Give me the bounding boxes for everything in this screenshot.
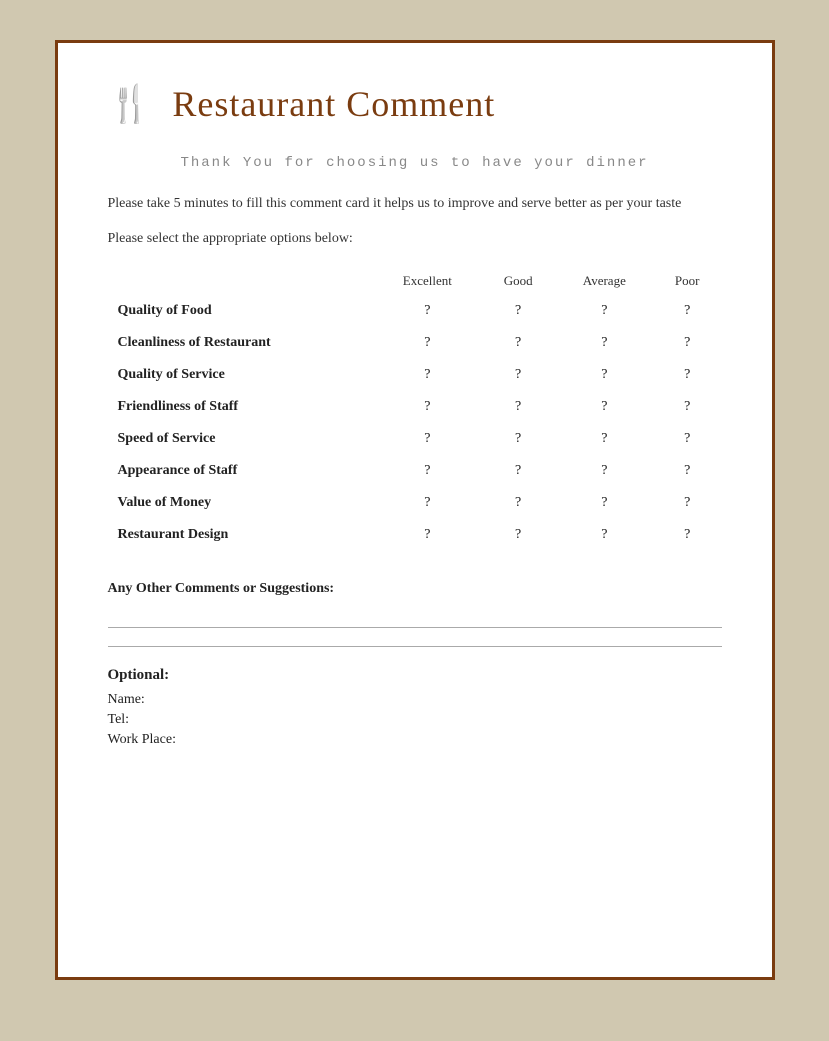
rating-cell[interactable]: ? xyxy=(481,391,556,423)
rating-cell[interactable]: ? xyxy=(556,391,653,423)
rating-cell[interactable]: ? xyxy=(481,455,556,487)
rating-cell[interactable]: ? xyxy=(374,423,480,455)
comment-line-2 xyxy=(108,646,722,647)
rating-cell[interactable]: ? xyxy=(481,327,556,359)
rating-cell[interactable]: ? xyxy=(481,423,556,455)
utensils-icon: 🍴 xyxy=(108,86,153,122)
comment-line-1 xyxy=(108,627,722,628)
rating-cell[interactable]: ? xyxy=(653,519,722,551)
optional-section: Optional: Name: Tel: Work Place: xyxy=(108,667,722,748)
rating-cell[interactable]: ? xyxy=(374,391,480,423)
rating-cell[interactable]: ? xyxy=(374,295,480,327)
rating-cell[interactable]: ? xyxy=(556,295,653,327)
row-label: Cleanliness of Restaurant xyxy=(108,327,375,359)
rating-cell[interactable]: ? xyxy=(374,455,480,487)
rating-cell[interactable]: ? xyxy=(556,519,653,551)
rating-cell[interactable]: ? xyxy=(481,359,556,391)
col-header-good: Good xyxy=(481,267,556,295)
description: Please take 5 minutes to fill this comme… xyxy=(108,193,722,215)
rating-cell[interactable]: ? xyxy=(653,295,722,327)
rating-cell[interactable]: ? xyxy=(653,423,722,455)
rating-cell[interactable]: ? xyxy=(481,487,556,519)
table-row: Appearance of Staff???? xyxy=(108,455,722,487)
optional-name: Name: xyxy=(108,692,722,708)
col-header-average: Average xyxy=(556,267,653,295)
rating-cell[interactable]: ? xyxy=(556,487,653,519)
rating-cell[interactable]: ? xyxy=(374,327,480,359)
table-row: Speed of Service???? xyxy=(108,423,722,455)
row-label: Value of Money xyxy=(108,487,375,519)
rating-cell[interactable]: ? xyxy=(653,391,722,423)
rating-cell[interactable]: ? xyxy=(556,423,653,455)
table-row: Quality of Service???? xyxy=(108,359,722,391)
subtitle: Thank You for choosing us to have your d… xyxy=(108,155,722,171)
optional-title: Optional: xyxy=(108,667,722,684)
row-label: Appearance of Staff xyxy=(108,455,375,487)
rating-table: Excellent Good Average Poor Quality of F… xyxy=(108,267,722,551)
comments-section: Any Other Comments or Suggestions: xyxy=(108,581,722,647)
rating-cell[interactable]: ? xyxy=(653,359,722,391)
col-header-label xyxy=(108,267,375,295)
optional-workplace: Work Place: xyxy=(108,732,722,748)
rating-cell[interactable]: ? xyxy=(374,487,480,519)
row-label: Quality of Food xyxy=(108,295,375,327)
page-title: Restaurant Comment xyxy=(172,83,495,125)
row-label: Quality of Service xyxy=(108,359,375,391)
optional-tel: Tel: xyxy=(108,712,722,728)
instruction: Please select the appropriate options be… xyxy=(108,231,722,247)
rating-cell[interactable]: ? xyxy=(481,295,556,327)
table-row: Restaurant Design???? xyxy=(108,519,722,551)
rating-cell[interactable]: ? xyxy=(653,327,722,359)
page: 🍴 Restaurant Comment Thank You for choos… xyxy=(55,40,775,980)
rating-cell[interactable]: ? xyxy=(556,327,653,359)
table-row: Friendliness of Staff???? xyxy=(108,391,722,423)
row-label: Friendliness of Staff xyxy=(108,391,375,423)
row-label: Speed of Service xyxy=(108,423,375,455)
rating-cell[interactable]: ? xyxy=(653,455,722,487)
table-row: Cleanliness of Restaurant???? xyxy=(108,327,722,359)
row-label: Restaurant Design xyxy=(108,519,375,551)
table-row: Quality of Food???? xyxy=(108,295,722,327)
rating-cell[interactable]: ? xyxy=(481,519,556,551)
rating-cell[interactable]: ? xyxy=(374,359,480,391)
table-row: Value of Money???? xyxy=(108,487,722,519)
col-header-excellent: Excellent xyxy=(374,267,480,295)
col-header-poor: Poor xyxy=(653,267,722,295)
rating-cell[interactable]: ? xyxy=(374,519,480,551)
header: 🍴 Restaurant Comment xyxy=(108,83,722,125)
rating-cell[interactable]: ? xyxy=(556,455,653,487)
rating-cell[interactable]: ? xyxy=(653,487,722,519)
comments-label: Any Other Comments or Suggestions: xyxy=(108,581,722,597)
rating-cell[interactable]: ? xyxy=(556,359,653,391)
